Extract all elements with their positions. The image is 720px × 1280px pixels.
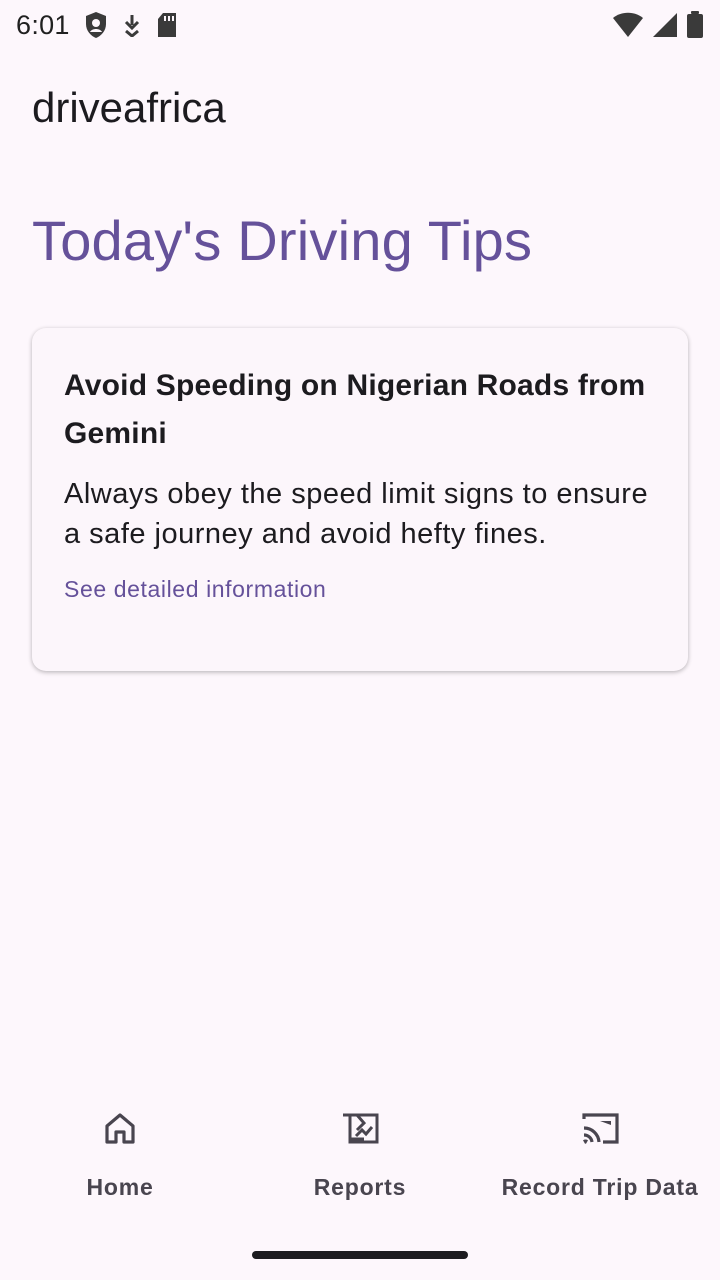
nav-item-home[interactable]: Home <box>0 1090 240 1220</box>
app-title: driveafrica <box>32 84 226 131</box>
cell-signal-icon <box>652 12 678 38</box>
tip-card[interactable]: Avoid Speeding on Nigerian Roads from Ge… <box>32 328 688 671</box>
status-left: 6:01 <box>16 10 178 41</box>
status-bar: 6:01 <box>0 0 720 50</box>
sd-card-icon <box>156 12 178 38</box>
home-icon <box>100 1108 140 1148</box>
bottom-nav: Home Reports Record Trip Data <box>0 1090 720 1220</box>
reports-icon <box>340 1108 380 1148</box>
nav-label-record-trip: Record Trip Data <box>501 1174 699 1200</box>
status-time: 6:01 <box>16 9 70 40</box>
detail-link[interactable]: See detailed information <box>64 576 326 603</box>
gesture-bar[interactable] <box>252 1251 468 1259</box>
nav-label-reports: Reports <box>313 1174 407 1200</box>
page-heading: Today's Driving Tips <box>32 209 533 272</box>
status-right <box>612 11 704 39</box>
download-icon <box>122 13 142 37</box>
shield-icon <box>84 11 108 39</box>
nav-item-record-trip[interactable]: Record Trip Data <box>480 1090 720 1220</box>
battery-icon <box>686 11 704 39</box>
screen: 6:01 driveafrica Today's Driving Tips Av… <box>0 0 720 1280</box>
tip-title: Avoid Speeding on Nigerian Roads from Ge… <box>64 369 646 450</box>
wifi-icon <box>612 12 644 38</box>
nav-label-home: Home <box>86 1174 154 1200</box>
cast-icon <box>580 1108 620 1148</box>
tip-body: Always obey the speed limit signs to ens… <box>64 478 649 550</box>
nav-item-reports[interactable]: Reports <box>240 1090 480 1220</box>
